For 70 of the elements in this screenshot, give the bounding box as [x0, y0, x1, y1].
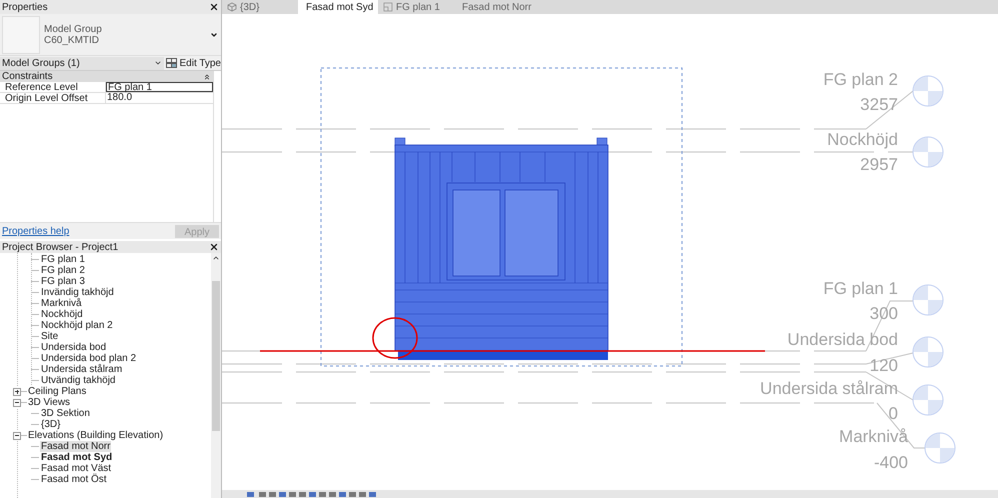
level-elevation: -400	[874, 454, 908, 472]
reference-line[interactable]	[260, 350, 765, 352]
section-header[interactable]: Constraints	[0, 71, 213, 82]
browser-item[interactable]: Fasad mot Öst	[40, 474, 108, 485]
browser-item[interactable]: Marknivå	[40, 298, 83, 309]
instance-filter-select[interactable]: Model Groups (1)	[0, 56, 164, 70]
level-name: FG plan 2	[823, 71, 898, 89]
browser-group[interactable]: 3D Views	[28, 397, 70, 408]
browser-item[interactable]: FG plan 2	[40, 265, 86, 276]
expand-icon[interactable]	[13, 388, 21, 396]
container-drawing[interactable]	[394, 138, 608, 360]
browser-group[interactable]: Elevations (Building Elevation)	[28, 430, 164, 441]
level-elevation: 120	[870, 357, 898, 375]
level-name: Nockhöjd	[827, 131, 898, 149]
scrollbar-thumb[interactable]	[212, 281, 220, 431]
browser-item[interactable]: Nockhöjd	[40, 309, 84, 320]
level-name: Undersida bod	[787, 331, 898, 349]
view-tab[interactable]: FG plan 1	[378, 0, 454, 14]
browser-item[interactable]: Undersida stålram	[40, 364, 124, 375]
level-elevation: 300	[870, 305, 898, 323]
browser-item[interactable]: Nockhöjd plan 2	[40, 320, 114, 331]
type-thumbnail	[2, 16, 40, 54]
chevron-down-icon	[154, 59, 162, 67]
properties-help-link[interactable]: Properties help	[2, 224, 70, 238]
browser-item[interactable]: Invändig takhöjd	[40, 287, 115, 298]
collapse-icon[interactable]	[13, 432, 21, 440]
browser-item[interactable]: Undersida bod plan 2	[40, 353, 138, 364]
section-title: Constraints	[2, 70, 53, 82]
property-value-field[interactable]: 180.0	[106, 93, 213, 103]
browser-item[interactable]: Fasad mot Väst	[40, 463, 112, 474]
browser-item[interactable]: Site	[40, 331, 60, 342]
browser-item[interactable]: Utvändig takhöjd	[40, 375, 116, 386]
cube-icon	[227, 2, 237, 12]
level-elevation: 2957	[860, 156, 898, 174]
level-name: Undersida stålram	[760, 380, 898, 398]
scroll-up-icon[interactable]	[212, 254, 220, 262]
scrollbar[interactable]	[211, 253, 221, 498]
browser-item[interactable]: Fasad mot Norr	[40, 441, 112, 452]
browser-group[interactable]: Ceiling Plans	[28, 386, 86, 397]
collapse-icon[interactable]	[13, 398, 21, 406]
view-tab[interactable]: Fasad mot Syd	[298, 0, 378, 14]
property-label: Origin Level Offset	[0, 93, 106, 103]
level-elevation: 3257	[860, 96, 898, 114]
collapse-icon	[203, 72, 211, 80]
panel-title: Project Browser - Project1	[2, 240, 118, 254]
level-name: Marknivå	[839, 428, 908, 446]
type-category: Model Group	[44, 24, 103, 34]
level-name: FG plan 1	[823, 280, 898, 298]
browser-item[interactable]: Fasad mot Syd	[40, 452, 114, 463]
edit-type-icon	[166, 58, 178, 68]
view-tab[interactable]: Fasad mot Norr	[454, 0, 530, 14]
level-elevation: 0	[888, 405, 898, 423]
close-icon[interactable]	[209, 242, 219, 252]
floor-plan-icon	[383, 2, 393, 12]
markup-circle[interactable]	[372, 317, 418, 359]
type-selector[interactable]: Model Group C60_KMTID	[0, 14, 221, 56]
browser-item[interactable]: {3D}	[40, 419, 62, 430]
property-value-field[interactable]: FG plan 1	[106, 82, 213, 92]
dropdown-caret-icon	[210, 30, 218, 38]
property-label: Reference Level	[0, 82, 106, 92]
close-icon[interactable]	[209, 2, 219, 12]
browser-item[interactable]: Undersida bod	[40, 342, 108, 353]
crop-boundary[interactable]	[320, 68, 682, 366]
edit-type-button[interactable]: Edit Type	[164, 56, 221, 70]
type-name: C60_KMTID	[44, 34, 100, 46]
browser-item[interactable]: FG plan 3	[40, 276, 86, 287]
view-tab[interactable]: {3D}	[222, 0, 298, 14]
panel-title: Properties	[2, 0, 48, 14]
browser-item[interactable]: 3D Sektion	[40, 408, 91, 419]
browser-item[interactable]: FG plan 1	[40, 254, 86, 265]
